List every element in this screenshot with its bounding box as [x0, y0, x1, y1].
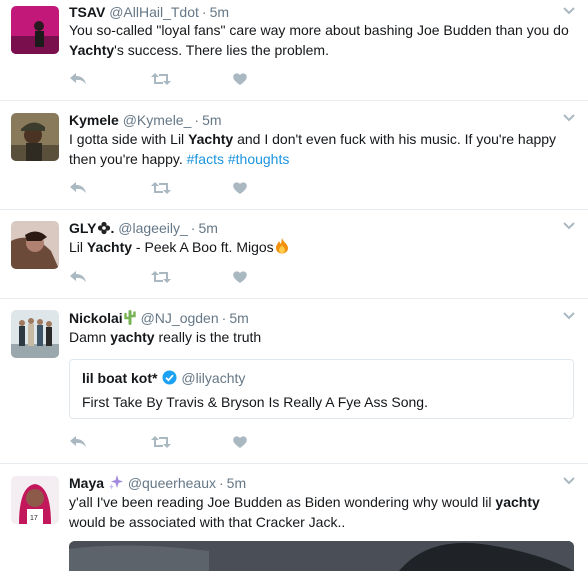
reply-icon[interactable]	[69, 180, 89, 198]
tweet-actions	[69, 180, 269, 198]
quoted-username[interactable]: @lilyachty	[181, 370, 245, 386]
highlighted-keyword: yachty	[110, 329, 155, 345]
username[interactable]: @lageeily_	[118, 220, 187, 236]
caret-down-icon[interactable]	[562, 111, 576, 125]
tweet-text-part: I gotta side with Lil	[69, 131, 189, 147]
separator-dot: ·	[190, 220, 196, 236]
separator-dot: ·	[221, 310, 227, 326]
retweet-icon[interactable]	[150, 434, 171, 452]
tweet-text: I gotta side with Lil Yachty and I don't…	[69, 129, 574, 169]
tweet-text-part: 's success. There lies the problem.	[114, 42, 329, 58]
fullname[interactable]: Maya	[69, 475, 104, 491]
retweet-icon[interactable]	[150, 71, 171, 89]
sparkles-emoji	[108, 474, 124, 494]
svg-text:17: 17	[30, 515, 38, 522]
tweet-text: y'all I've been reading Joe Budden as Bi…	[69, 492, 574, 532]
timestamp[interactable]: 5m	[210, 4, 229, 20]
tweet-header: GLY. @lageeily_ · 5m	[69, 219, 218, 239]
tweet-header: Kymele @Kymele_ · 5m	[69, 111, 222, 129]
like-icon[interactable]	[232, 71, 252, 89]
fire-emoji	[274, 237, 290, 259]
tweet-text-part: Lil	[69, 239, 87, 255]
tweet-item[interactable]: TSAV @AllHail_Tdot · 5m You so-called "loy…	[0, 0, 588, 101]
tweet-text-part: y'all I've been reading Joe Budden as Bi…	[69, 494, 496, 510]
tweet-text: Lil Yachty - Peek A Boo ft. Migos	[69, 237, 574, 259]
highlighted-keyword: Yachty	[86, 239, 133, 255]
username[interactable]: @Kymele_	[123, 112, 192, 128]
tweet-text-part: really is the truth	[154, 329, 262, 345]
avatar[interactable]: 17	[11, 476, 59, 524]
tweet-header: TSAV @AllHail_Tdot · 5m	[69, 3, 229, 21]
tweet-media-image[interactable]	[69, 541, 574, 571]
like-icon[interactable]	[232, 180, 252, 198]
verified-badge-icon	[162, 370, 177, 390]
fullname[interactable]: TSAV	[69, 4, 105, 20]
separator-dot: ·	[194, 112, 200, 128]
tweet-text: You so-called "loyal fans" care way more…	[69, 20, 574, 60]
tweet-header: Nickolai @NJ_ogden · 5m	[69, 309, 249, 329]
tweet-text: Damn yachty really is the truth	[69, 327, 574, 347]
fullname[interactable]: Nickolai	[69, 310, 123, 326]
like-icon[interactable]	[232, 269, 252, 287]
separator-dot: ·	[218, 475, 224, 491]
quoted-fullname[interactable]: lil boat kot*	[82, 370, 157, 386]
hashtag-link[interactable]: #thoughts	[228, 151, 290, 167]
highlighted-keyword: Yachty	[188, 131, 234, 147]
reply-icon[interactable]	[69, 269, 89, 287]
caret-down-icon[interactable]	[562, 474, 576, 488]
username[interactable]: @NJ_ogden	[141, 310, 219, 326]
caret-down-icon[interactable]	[562, 309, 576, 323]
avatar[interactable]	[11, 6, 59, 54]
quoted-text: First Take By Travis & Bryson Is Really …	[82, 394, 428, 410]
tweet-text-part: You so-called "loyal fans" care way more…	[69, 22, 569, 38]
tweet-actions	[69, 269, 269, 287]
timestamp[interactable]: 5m	[227, 475, 246, 491]
tweet-item[interactable]: GLY. @lageeily_ · 5m Lil Yachty - Peek A B…	[0, 210, 588, 299]
highlighted-keyword: Yachty	[69, 42, 115, 58]
separator-dot: ·	[201, 4, 207, 20]
avatar[interactable]	[11, 221, 59, 269]
highlighted-keyword: yachty	[495, 494, 540, 510]
quoted-tweet[interactable]: lil boat kot* @lilyachty First Take By T…	[69, 359, 574, 419]
tweet-header: Maya @queerheaux · 5m	[69, 474, 246, 494]
timestamp[interactable]: 5m	[229, 310, 248, 326]
username[interactable]: @AllHail_Tdot	[109, 4, 199, 20]
reply-icon[interactable]	[69, 71, 89, 89]
fullname[interactable]: Kymele	[69, 112, 119, 128]
caret-down-icon[interactable]	[562, 4, 576, 18]
hashtag-link[interactable]: #facts	[187, 151, 224, 167]
reply-icon[interactable]	[69, 434, 89, 452]
fullname[interactable]: GLY	[69, 220, 97, 236]
avatar[interactable]	[11, 113, 59, 161]
tweet-actions	[69, 434, 269, 452]
caret-down-icon[interactable]	[562, 219, 576, 233]
like-icon[interactable]	[232, 434, 252, 452]
retweet-icon[interactable]	[150, 269, 171, 287]
retweet-icon[interactable]	[150, 180, 171, 198]
tweet-text-part: would be associated with that Cracker Ja…	[69, 514, 346, 530]
timestamp[interactable]: 5m	[198, 220, 217, 236]
tweet-actions	[69, 71, 269, 89]
tweet-item[interactable]: Nickolai @NJ_ogden · 5m Damn yachty really…	[0, 299, 588, 464]
username[interactable]: @queerheaux	[128, 475, 216, 491]
tweet-text-part: - Peek A Boo ft. Migos	[132, 239, 274, 255]
avatar[interactable]	[11, 310, 59, 358]
timestamp[interactable]: 5m	[202, 112, 221, 128]
tweet-text-part: Damn	[69, 329, 111, 345]
tweet-item[interactable]: Kymele @Kymele_ · 5m I gotta side with Lil…	[0, 101, 588, 210]
cactus-emoji	[123, 309, 137, 329]
